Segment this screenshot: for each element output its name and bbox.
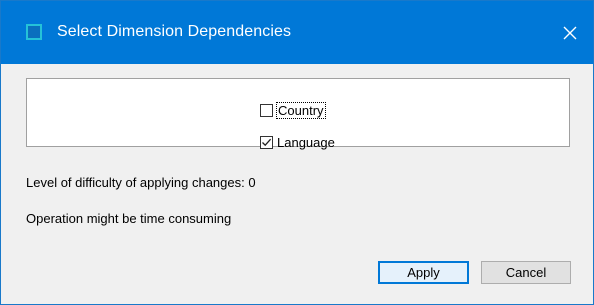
language-checkbox[interactable] <box>260 135 273 149</box>
apply-button[interactable]: Apply <box>378 261 469 284</box>
window-icon <box>26 24 42 40</box>
checkmark-icon <box>262 138 272 146</box>
difficulty-text: Level of difficulty of applying changes:… <box>26 175 256 190</box>
cancel-button[interactable]: Cancel <box>481 261 571 284</box>
title-bar: Select Dimension Dependencies <box>1 1 593 64</box>
time-warning-text: Operation might be time consuming <box>26 211 232 226</box>
dialog-window: Select Dimension Dependencies Country La… <box>0 0 594 305</box>
dimension-item-label: Language <box>277 134 335 150</box>
dimension-item-country[interactable]: Country <box>260 101 326 119</box>
country-checkbox[interactable] <box>260 103 273 117</box>
dialog-content: Country Language Level of difficulty of … <box>1 64 593 304</box>
dialog-title: Select Dimension Dependencies <box>57 23 292 40</box>
dimension-item-label: Country <box>276 101 326 119</box>
dimension-item-language[interactable]: Language <box>260 133 335 151</box>
dimension-list: Country Language <box>26 78 570 150</box>
close-icon <box>563 26 577 39</box>
close-button[interactable] <box>547 1 593 64</box>
